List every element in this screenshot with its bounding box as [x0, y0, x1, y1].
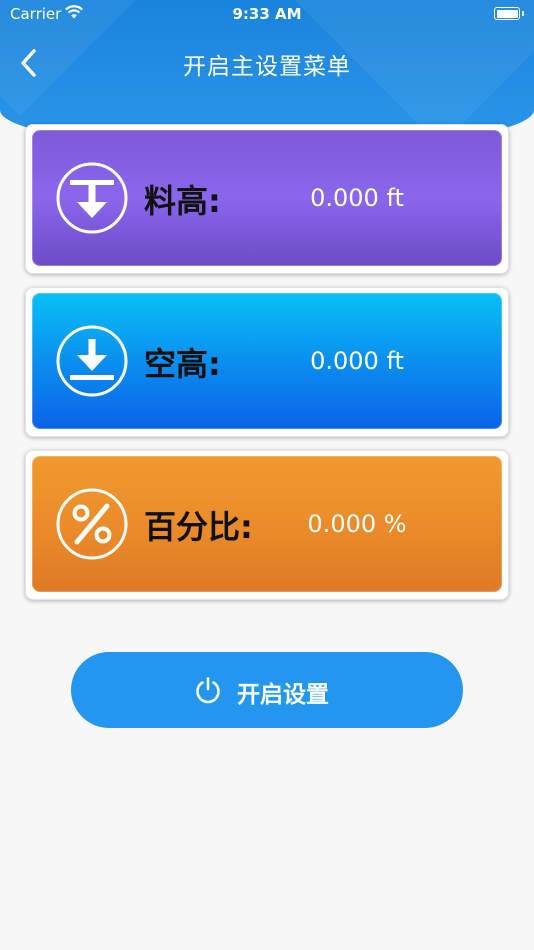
material-height-card: 料高: 0.000 ft — [25, 124, 509, 274]
percent-icon — [56, 488, 128, 560]
percentage-card: 百分比: 0.000 % — [25, 450, 509, 600]
percentage-label: 百分比: — [144, 508, 253, 546]
material-level-icon — [56, 162, 128, 234]
page-title: 开启主设置菜单 — [183, 54, 351, 80]
empty-height-icon — [56, 325, 128, 397]
percentage-value: 0.000 % — [307, 510, 407, 538]
status-time: 9:33 AM — [232, 5, 302, 23]
status-bar: Carrier 9:33 AM — [0, 0, 534, 28]
battery-icon — [494, 7, 524, 20]
empty-height-label: 空高: — [144, 345, 221, 383]
empty-height-value: 0.000 ft — [310, 347, 404, 375]
start-settings-button[interactable]: 开启设置 — [71, 652, 463, 728]
material-height-label: 料高: — [144, 182, 221, 220]
material-height-panel: 料高: 0.000 ft — [32, 130, 502, 266]
start-settings-label: 开启设置 — [237, 682, 329, 708]
power-icon — [196, 677, 220, 704]
empty-height-card: 空高: 0.000 ft — [25, 287, 509, 437]
material-height-value: 0.000 ft — [310, 184, 404, 212]
percentage-panel: 百分比: 0.000 % — [32, 456, 502, 592]
empty-height-panel: 空高: 0.000 ft — [32, 293, 502, 429]
